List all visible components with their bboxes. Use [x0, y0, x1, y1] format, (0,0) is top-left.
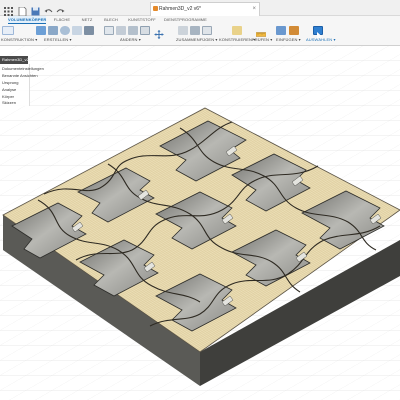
- joint-icon[interactable]: [178, 26, 188, 35]
- revolve-icon[interactable]: [60, 26, 70, 35]
- extrude-icon[interactable]: [48, 26, 58, 35]
- shell-icon[interactable]: [140, 26, 150, 35]
- aendern-menu[interactable]: ÄNDERN ▾: [120, 37, 141, 42]
- insert-mesh-icon[interactable]: [289, 26, 299, 35]
- konstruieren-menu[interactable]: KONSTRUIEREN ▾: [219, 37, 255, 42]
- move-icon[interactable]: [154, 26, 164, 39]
- workspace-selector[interactable]: KONSTRUKTION ▾: [1, 37, 37, 42]
- workspace-cube-icon[interactable]: [2, 26, 14, 35]
- tab-flaeche[interactable]: FLÄCHE: [52, 16, 72, 24]
- browser-item-analyse[interactable]: Analyse: [2, 87, 16, 92]
- select-icon[interactable]: [313, 26, 323, 40]
- auswaehlen-menu[interactable]: AUSWÄHLEN ▾: [306, 37, 336, 42]
- document-icon: [153, 6, 158, 11]
- pruefen-menu[interactable]: PRÜFEN ▾: [252, 37, 272, 42]
- measure-icon[interactable]: [255, 26, 267, 37]
- browser-item-benannte-ansichten[interactable]: Benannte Ansichten: [2, 73, 38, 78]
- save-icon[interactable]: [31, 3, 40, 16]
- close-tab-icon[interactable]: ×: [252, 3, 256, 15]
- document-tab[interactable]: Rahmen3D_v2 v6* ×: [150, 2, 260, 16]
- fillet-icon[interactable]: [116, 26, 126, 35]
- redo-icon[interactable]: [56, 3, 65, 13]
- browser-item-dokumenteinstellungen[interactable]: Dokumenteinstellungen: [2, 66, 44, 71]
- rigid-group-icon[interactable]: [202, 26, 212, 35]
- title-bar: Rahmen3D_v2 v6* ×: [0, 0, 400, 17]
- press-pull-icon[interactable]: [104, 26, 114, 35]
- insert-image-icon[interactable]: [276, 26, 286, 35]
- toolbar: KONSTRUKTION ▾ ERSTELLEN ▾ ÄNDERN ▾ ZUSA…: [0, 24, 400, 46]
- tab-netz[interactable]: NETZ: [80, 16, 94, 24]
- chamfer-icon[interactable]: [128, 26, 138, 35]
- browser-panel: Dokumenteinstellungen Benannte Ansichten…: [0, 64, 44, 106]
- hole-icon[interactable]: [72, 26, 82, 35]
- zusammenfuegen-menu[interactable]: ZUSAMMENFÜGEN ▾: [176, 37, 218, 42]
- tab-kunststoff[interactable]: KUNSTSTOFF: [127, 16, 157, 24]
- pattern-icon[interactable]: [84, 26, 94, 35]
- undo-icon[interactable]: [44, 3, 53, 13]
- einfuegen-menu[interactable]: EINFÜGEN ▾: [276, 37, 301, 42]
- offset-plane-icon[interactable]: [232, 26, 242, 35]
- grid-icon[interactable]: [4, 3, 13, 16]
- ribbon-tabs: VOLUMENKÖRPER FLÄCHE NETZ BLECH KUNSTSTO…: [0, 16, 400, 24]
- tab-volumenkoerper[interactable]: VOLUMENKÖRPER: [8, 16, 46, 24]
- browser-item-ursprung[interactable]: Ursprung: [2, 80, 18, 85]
- tab-dienstprogramme[interactable]: DIENSTPROGRAMME: [164, 16, 207, 24]
- as-built-joint-icon[interactable]: [190, 26, 200, 35]
- model-canvas[interactable]: [0, 46, 400, 400]
- browser-header[interactable]: Rahmen3D_v2 v6: [0, 56, 29, 70]
- file-icon[interactable]: [18, 3, 27, 17]
- browser-item-skizzen[interactable]: Skizzen: [2, 100, 16, 105]
- 3d-viewport[interactable]: [0, 46, 400, 400]
- erstellen-menu[interactable]: ERSTELLEN ▾: [44, 37, 72, 42]
- browser-item-koerper[interactable]: Körper: [2, 94, 14, 99]
- document-title: Rahmen3D_v2 v6*: [159, 6, 201, 12]
- create-sketch-icon[interactable]: [36, 26, 46, 35]
- tab-blech[interactable]: BLECH: [102, 16, 120, 24]
